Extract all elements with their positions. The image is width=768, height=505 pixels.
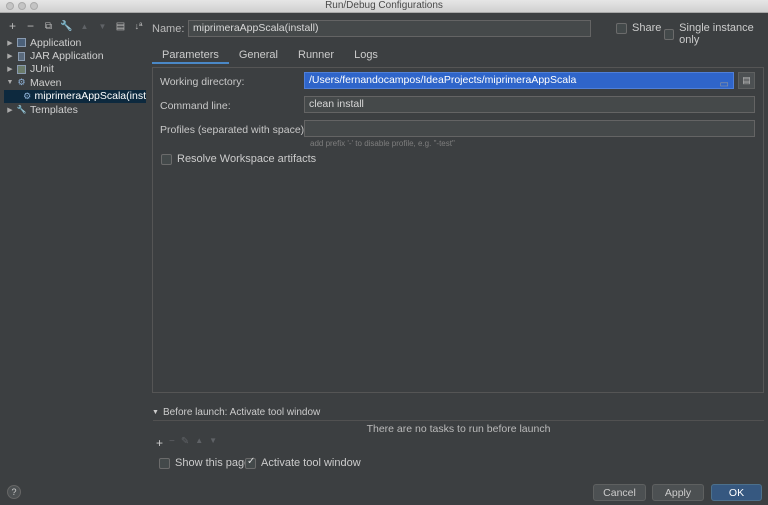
- working-directory-label: Working directory:: [160, 76, 245, 88]
- tab-logs[interactable]: Logs: [344, 47, 388, 64]
- window-title: Run/Debug Configurations: [325, 0, 443, 11]
- tree-item-templates[interactable]: ▶ 🔧 Templates: [4, 103, 146, 116]
- help-button[interactable]: ?: [7, 485, 21, 499]
- application-icon: [16, 38, 27, 48]
- edit-task-icon[interactable]: ✎: [181, 436, 189, 450]
- before-launch-toolbar: + − ✎ ▲ ▼: [156, 436, 217, 450]
- divider: [153, 420, 764, 421]
- show-page-label: Show this page: [175, 457, 251, 469]
- tab-runner[interactable]: Runner: [288, 47, 344, 64]
- move-up-icon[interactable]: ▲: [76, 18, 93, 35]
- show-page-checkbox-box[interactable]: [159, 457, 170, 469]
- tree-item-junit[interactable]: ▶ JUnit: [4, 63, 146, 76]
- parameters-panel: Working directory: Command line: Profile…: [152, 67, 764, 393]
- cancel-button[interactable]: Cancel: [593, 484, 646, 501]
- macros-button[interactable]: ▤: [738, 72, 755, 89]
- wrench-icon[interactable]: 🔧: [58, 18, 75, 35]
- folder-icon[interactable]: ▤: [112, 18, 129, 35]
- ok-button[interactable]: OK: [711, 484, 762, 501]
- tree-item-label: Application: [30, 36, 82, 49]
- apply-button[interactable]: Apply: [652, 484, 704, 501]
- single-instance-checkbox-box[interactable]: [664, 28, 675, 40]
- macro-icon: ▤: [742, 75, 751, 85]
- expand-arrow-icon[interactable]: ▶: [4, 65, 16, 73]
- move-up-icon[interactable]: ▲: [195, 436, 203, 450]
- tab-parameters[interactable]: Parameters: [152, 47, 229, 64]
- tree-item-label: Maven: [30, 76, 62, 89]
- add-icon[interactable]: +: [4, 18, 21, 35]
- tree-item-jar-application[interactable]: ▶ JAR Application: [4, 49, 146, 62]
- profiles-field[interactable]: [304, 120, 755, 137]
- remove-task-icon[interactable]: −: [169, 436, 175, 450]
- share-checkbox[interactable]: Share: [616, 22, 661, 34]
- move-down-icon[interactable]: ▼: [94, 18, 111, 35]
- activate-tool-window-checkbox-box[interactable]: [245, 456, 256, 469]
- collapse-arrow-icon: ▼: [152, 409, 159, 416]
- jar-icon: [16, 51, 27, 61]
- tree-item-label: JAR Application: [30, 50, 104, 63]
- maven-config-icon: ⚙: [23, 90, 32, 101]
- tree-item-maven-config[interactable]: ⚙ miprimeraAppScala(inst: [4, 89, 146, 103]
- activate-tool-window-label: Activate tool window: [261, 457, 361, 469]
- expand-arrow-icon[interactable]: ▶: [4, 52, 16, 60]
- command-line-field[interactable]: clean install: [304, 96, 755, 113]
- before-launch-title: Before launch: Activate tool window: [162, 407, 321, 418]
- resolve-workspace-label: Resolve Workspace artifacts: [177, 153, 317, 165]
- expand-arrow-icon[interactable]: ▶: [4, 106, 16, 114]
- name-label: Name:: [152, 23, 185, 35]
- wrench-icon: 🔧: [16, 105, 27, 115]
- sort-icon[interactable]: ↓ª: [130, 18, 147, 35]
- remove-icon[interactable]: −: [22, 18, 39, 35]
- collapse-arrow-icon[interactable]: ▼: [4, 79, 16, 86]
- copy-icon[interactable]: ⧉: [40, 18, 57, 35]
- working-directory-field[interactable]: /Users/fernandocampos/IdeaProjects/mipri…: [304, 72, 734, 89]
- add-task-icon[interactable]: +: [156, 436, 163, 450]
- tree-item-maven[interactable]: ▼ ⚙ Maven: [4, 76, 146, 89]
- tree-item-label: Templates: [30, 103, 78, 116]
- expand-arrow-icon[interactable]: ▶: [4, 39, 16, 47]
- resolve-workspace-checkbox-box[interactable]: [161, 153, 172, 165]
- config-toolbar: + − ⧉ 🔧 ▲ ▼ ▤ ↓ª: [4, 17, 147, 35]
- command-line-label: Command line:: [160, 100, 231, 112]
- before-launch-empty-message: There are no tasks to run before launch: [366, 423, 551, 435]
- show-page-checkbox[interactable]: Show this page: [159, 457, 250, 469]
- share-checkbox-box[interactable]: [616, 22, 627, 34]
- move-down-icon[interactable]: ▼: [209, 436, 217, 450]
- tab-general[interactable]: General: [229, 47, 288, 64]
- tree-item-application[interactable]: ▶ Application: [4, 36, 146, 49]
- name-field[interactable]: miprimeraAppScala(install): [188, 20, 591, 37]
- resolve-workspace-checkbox[interactable]: Resolve Workspace artifacts: [161, 153, 316, 165]
- config-tabs: Parameters General Runner Logs: [152, 47, 388, 64]
- share-label: Share: [632, 22, 662, 34]
- tree-item-label: JUnit: [30, 63, 54, 76]
- configuration-tree: ▶ Application ▶ JAR Application ▶ JUnit …: [4, 36, 146, 116]
- maven-icon: ⚙: [17, 77, 26, 88]
- activate-tool-window-checkbox[interactable]: Activate tool window: [245, 456, 361, 469]
- tree-item-label: miprimeraAppScala(inst: [34, 90, 146, 103]
- panel-splitter[interactable]: [145, 36, 148, 486]
- before-launch-header[interactable]: ▼ Before launch: Activate tool window: [152, 407, 320, 418]
- title-bar: Run/Debug Configurations: [0, 0, 768, 13]
- folder-browse-icon[interactable]: ▭: [720, 77, 729, 88]
- single-instance-checkbox[interactable]: Single instance only: [664, 22, 768, 46]
- working-directory-value: /Users/fernandocampos/IdeaProjects/mipri…: [309, 74, 577, 86]
- single-instance-label: Single instance only: [679, 22, 754, 46]
- profiles-hint: add prefix '-' to disable profile, e.g. …: [310, 139, 455, 148]
- profiles-label: Profiles (separated with space):: [160, 124, 308, 136]
- junit-icon: [16, 64, 27, 74]
